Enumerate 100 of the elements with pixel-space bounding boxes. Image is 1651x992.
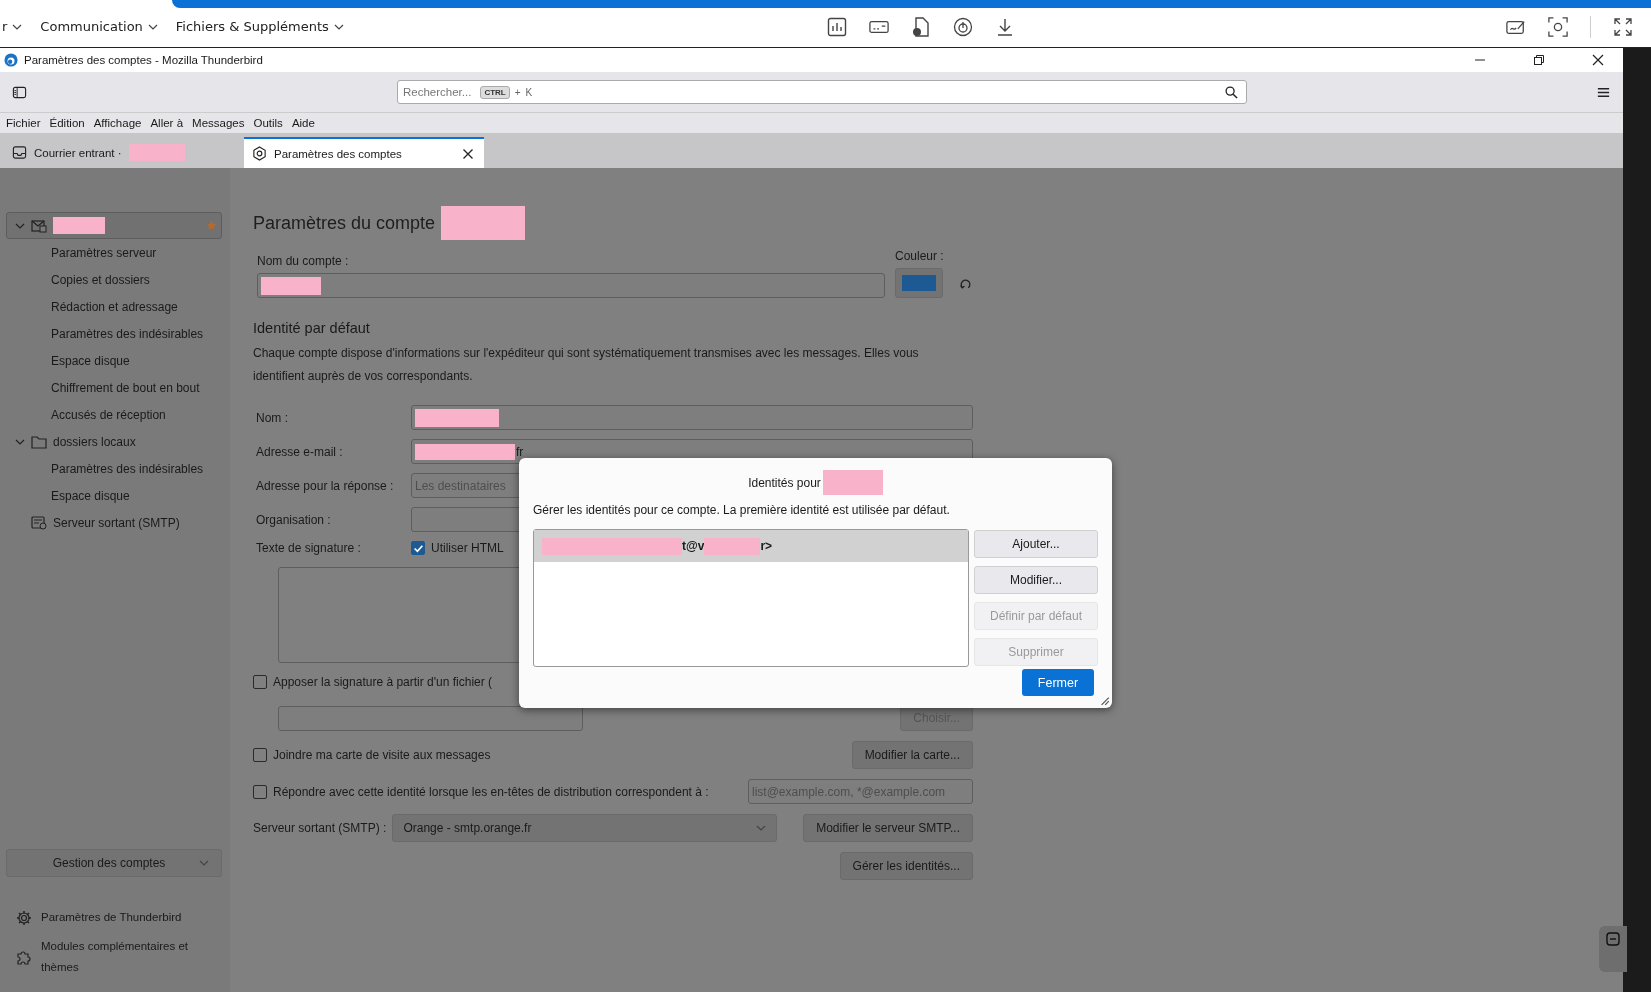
account-name-field[interactable] — [257, 273, 885, 298]
tree-item[interactable]: dossiers locaux — [6, 428, 222, 455]
redaction-block — [261, 276, 321, 295]
field-label: Texte de signature : — [256, 541, 362, 555]
dialog-button[interactable]: Ajouter... — [974, 530, 1098, 558]
restore-icon[interactable] — [1533, 54, 1545, 66]
tree-label: Copies et dossiers — [51, 272, 150, 287]
settings-icon — [252, 146, 267, 161]
tree-label: Chiffrement de bout en bout — [51, 380, 200, 395]
sidebar-link[interactable]: Modules complémentaires et thèmes — [16, 936, 222, 978]
manage-identities-button[interactable]: Gérer les identités... — [839, 852, 973, 880]
chart-icon[interactable] — [827, 16, 847, 37]
tree-label: Rédaction et adressage — [51, 299, 178, 314]
folder-icon — [31, 434, 47, 449]
tree-item[interactable]: Serveur sortant (SMTP) — [6, 509, 222, 536]
star-icon — [206, 220, 217, 231]
tree-item[interactable]: Espace disque — [6, 482, 222, 509]
page-heading: Paramètres du compte — [253, 212, 436, 234]
chevron-down-icon — [756, 825, 767, 831]
redaction-block — [128, 144, 185, 161]
toolbar-menu[interactable]: Fichiers & Suppléments — [175, 19, 344, 34]
tree-label: Paramètres des indésirables — [51, 326, 204, 341]
tree-item[interactable]: Paramètres des indésirables — [6, 320, 222, 347]
tree-item[interactable]: Paramètres des indésirables — [6, 455, 222, 482]
tree-label: Accusés de réception — [51, 407, 166, 422]
checkbox[interactable]: Utiliser HTML — [411, 541, 504, 555]
chevron-down-icon — [147, 23, 158, 30]
tree-item[interactable] — [6, 212, 222, 239]
identity-item[interactable]: t@v r> — [534, 530, 968, 562]
toolbar-menu[interactable]: r — [2, 19, 23, 34]
mail-account-icon — [31, 218, 47, 233]
field-label: Couleur : — [895, 249, 945, 263]
section-description: Chaque compte dispose d'informations sur l'expéditeur qui sont systématiquement transmises avec les messages. Elles vous identifient auprès de vos correspondants. — [253, 345, 920, 385]
search-icon — [1225, 85, 1238, 99]
account-actions-dropdown[interactable]: Gestion des comptes — [6, 849, 222, 877]
chat-icon — [1606, 932, 1620, 946]
field-label: Nom : — [256, 410, 289, 425]
tab[interactable]: Courrier entrant · — [4, 137, 236, 168]
file-path-field[interactable] — [278, 705, 583, 731]
field-label: Nom du compte : — [257, 254, 350, 268]
chevron-down-icon — [199, 860, 209, 866]
color-picker[interactable] — [895, 268, 943, 298]
redaction-block — [704, 537, 761, 555]
tab[interactable]: Paramètres des comptes — [244, 137, 484, 168]
toolbar-menu[interactable]: Communication — [40, 19, 158, 34]
menu-item[interactable]: Aide — [287, 117, 319, 129]
download-icon[interactable] — [995, 16, 1015, 37]
checkbox[interactable]: Répondre avec cette identité lorsque les en-têtes de distribution correspondent à : — [253, 784, 709, 799]
checkmark-icon — [412, 542, 424, 554]
inbox-icon — [12, 145, 27, 160]
menu-item[interactable]: Outils — [249, 117, 287, 129]
tree-label: Espace disque — [51, 488, 130, 503]
menu-item[interactable]: Édition — [45, 117, 89, 129]
menu-item[interactable]: Affichage — [89, 117, 146, 129]
text-field[interactable] — [411, 405, 973, 430]
tree-item[interactable]: Espace disque — [6, 347, 222, 374]
field-label: Adresse pour la réponse : — [256, 478, 395, 493]
tree-label: Serveur sortant (SMTP) — [53, 515, 180, 530]
document-icon[interactable] — [911, 16, 931, 37]
menu-item[interactable]: Messages — [188, 117, 249, 129]
tree-label: dossiers locaux — [53, 434, 136, 449]
sidebar-link[interactable]: Paramètres de Thunderbird — [16, 907, 222, 928]
dialog-description: Gérer les identités pour ce compte. La première identité est utilisée par défaut. — [533, 503, 951, 517]
section-heading: Identité par défaut — [253, 320, 371, 336]
checkbox[interactable]: Apposer la signature à partir d'un fichier ( — [253, 675, 973, 689]
power-icon[interactable] — [953, 16, 973, 37]
field-label: Serveur sortant (SMTP) : — [253, 821, 387, 835]
color-swatch — [902, 275, 936, 291]
edit-card-button[interactable]: Modifier la carte... — [851, 741, 973, 769]
dialog-title: Identités pour — [748, 475, 821, 490]
tree-item[interactable]: Copies et dossiers — [6, 266, 222, 293]
redaction-block — [822, 470, 883, 495]
camera-icon[interactable] — [1548, 16, 1568, 37]
tree-item[interactable]: Paramètres serveur — [6, 239, 222, 266]
dialog-button[interactable]: Modifier... — [974, 566, 1098, 594]
close-icon[interactable] — [1592, 54, 1604, 66]
tree-item[interactable]: Accusés de réception — [6, 401, 222, 428]
tree-label: Paramètres des indésirables — [51, 461, 204, 476]
identity-list[interactable]: t@v r> — [533, 529, 969, 667]
smtp-server-dropdown[interactable]: Orange - smtp.orange.fr — [392, 814, 778, 842]
panel-toggle[interactable] — [1599, 926, 1627, 972]
edit-smtp-button[interactable]: Modifier le serveur SMTP... — [803, 814, 973, 842]
puzzle-icon — [16, 949, 32, 965]
menu-item[interactable]: Fichier — [2, 117, 45, 129]
close-icon[interactable] — [462, 147, 474, 160]
close-button[interactable]: Fermer — [1022, 669, 1094, 696]
tree-item[interactable]: Chiffrement de bout en bout — [6, 374, 222, 401]
search-field[interactable]: Rechercher... CTRL + K — [397, 80, 1247, 104]
tree-label: Espace disque — [51, 353, 130, 368]
chevron-down-icon — [333, 23, 344, 30]
checkbox[interactable]: Joindre ma carte de visite aux messages — [253, 748, 491, 762]
tree-item[interactable]: Rédaction et adressage — [6, 293, 222, 320]
field-label: Adresse e-mail : — [256, 444, 344, 459]
fullscreen-icon[interactable] — [1613, 16, 1633, 37]
menu-item[interactable]: Aller à — [146, 117, 188, 129]
reset-icon[interactable] — [959, 276, 972, 290]
sidebar-toggle-icon[interactable] — [12, 84, 27, 100]
key-separator: K — [525, 86, 533, 98]
redaction-block — [53, 217, 105, 234]
app-logo-icon — [4, 53, 18, 67]
